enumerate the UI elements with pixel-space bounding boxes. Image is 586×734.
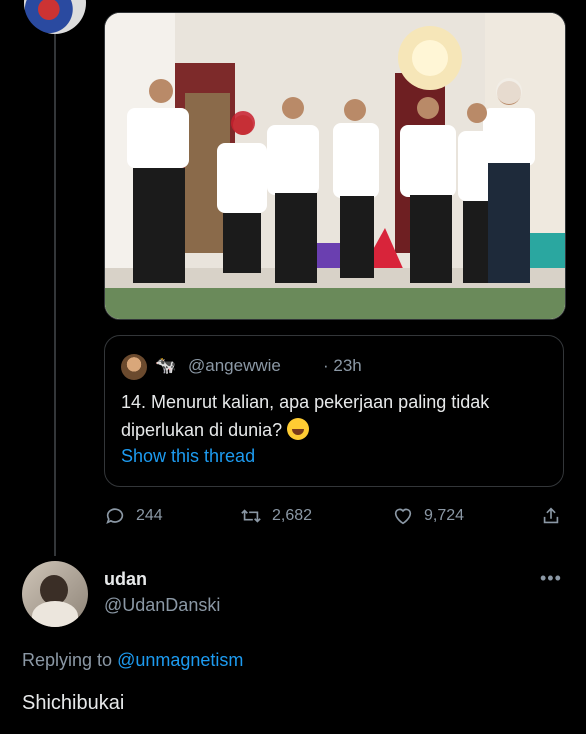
previous-tweet-avatar[interactable]	[24, 0, 86, 34]
reply-author-name[interactable]: udan	[104, 569, 147, 590]
like-count: 9,724	[424, 507, 465, 524]
cow-emoji-icon: 🐄	[155, 356, 177, 375]
like-button[interactable]: 9,724	[392, 505, 464, 527]
replying-to-line: Replying to @unmagnetism	[22, 650, 243, 671]
reply-count: 244	[136, 507, 163, 524]
quoted-author-handle[interactable]: @angewwie	[188, 356, 281, 376]
group-photo-image	[105, 13, 565, 319]
show-thread-link[interactable]: Show this thread	[121, 446, 255, 467]
tweet-photo[interactable]	[104, 12, 566, 320]
retweet-button[interactable]: 2,682	[240, 505, 312, 527]
reply-button[interactable]: 244	[104, 505, 163, 527]
reply-tweet-text: Shichibukai	[22, 692, 125, 714]
laughing-tears-emoji-icon	[287, 418, 310, 440]
retweet-count: 2,682	[272, 507, 313, 524]
share-button[interactable]	[540, 505, 562, 527]
thread-connector-line	[54, 30, 56, 556]
quoted-tweet[interactable]: 🐄 @angewwie · 23h 14. Menurut kalian, ap…	[104, 335, 564, 487]
quoted-author-avatar[interactable]	[121, 354, 147, 380]
reply-author-avatar[interactable]	[22, 561, 88, 627]
reply-icon	[106, 508, 124, 525]
retweet-icon	[241, 509, 261, 523]
heart-icon	[394, 508, 412, 525]
tweet-action-bar: 244 2,682 9,724	[104, 505, 564, 531]
replying-to-mention-link[interactable]: @unmagnetism	[117, 650, 243, 670]
replying-to-label: Replying to	[22, 650, 113, 670]
share-icon	[543, 507, 559, 524]
reply-author-handle[interactable]: @UdanDanski	[104, 595, 220, 616]
more-options-icon[interactable]: •••	[540, 568, 562, 589]
quoted-tweet-text: 14. Menurut kalian, apa pekerjaan paling…	[121, 388, 551, 444]
quoted-timestamp[interactable]: · 23h	[323, 356, 362, 376]
